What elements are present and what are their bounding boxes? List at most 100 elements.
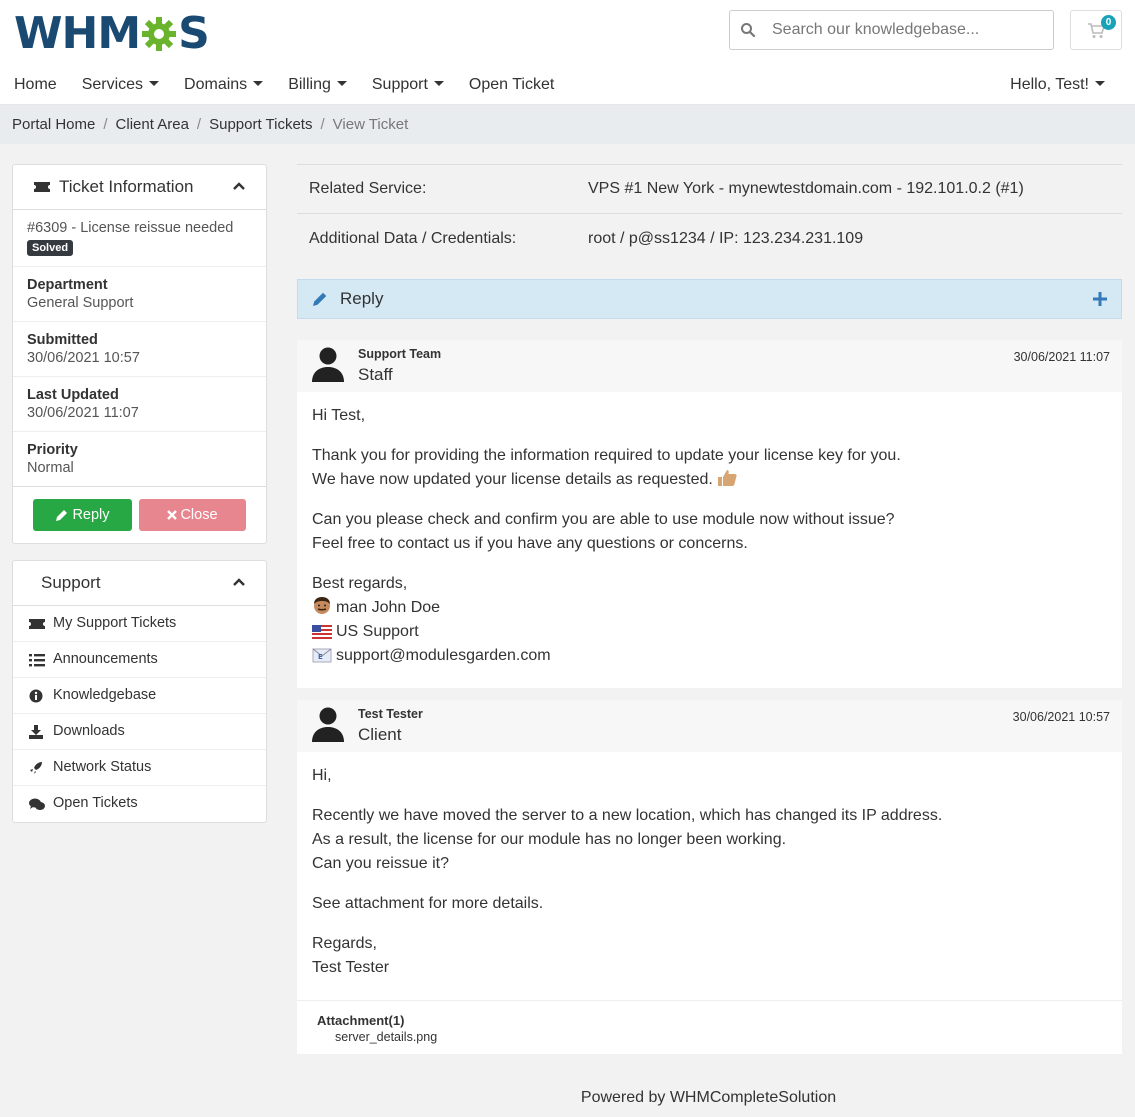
breadcrumb-client-area[interactable]: Client Area (116, 116, 189, 133)
last-updated-row: Last Updated 30/06/2021 11:07 (13, 377, 266, 432)
chevron-up-icon[interactable] (232, 181, 246, 191)
ticket-message-client: Test Tester Client 30/06/2021 10:57 Hi, … (297, 700, 1122, 1054)
priority-value: Normal (27, 460, 74, 476)
nav-support-label: Support (371, 76, 428, 93)
plus-icon[interactable] (1093, 292, 1107, 306)
support-panel-header[interactable]: Support (13, 561, 266, 606)
signature-email: support@modulesgarden.com (336, 647, 551, 664)
breadcrumb-portal-home[interactable]: Portal Home (12, 116, 95, 133)
message-header: Support Team Staff 30/06/2021 11:07 (297, 340, 1122, 392)
message-line: We have now updated your license details… (312, 471, 713, 488)
message-header: Test Tester Client 30/06/2021 10:57 (297, 700, 1122, 752)
sidebar-item-open-tickets[interactable]: Open Tickets (13, 786, 266, 822)
reply-expand-bar[interactable]: Reply (297, 279, 1122, 319)
attachments: Attachment(1) server_details.png (297, 1000, 1122, 1054)
signature-name: man John Doe (336, 599, 441, 616)
support-panel-title: Support (41, 573, 101, 592)
message-line: Can you please check and confirm you are… (312, 511, 895, 528)
sidebar-item-my-support-tickets[interactable]: My Support Tickets (13, 606, 266, 642)
breadcrumb-support-tickets[interactable]: Support Tickets (209, 116, 312, 133)
chevron-up-icon[interactable] (232, 577, 246, 587)
pencil-icon (313, 292, 327, 306)
last-updated-value: 30/06/2021 11:07 (27, 405, 139, 421)
sidebar-item-label: My Support Tickets (53, 615, 177, 631)
gear-logo-icon (140, 8, 178, 59)
cart-count-badge: 0 (1101, 15, 1116, 30)
search-input[interactable] (772, 11, 1047, 49)
message-author: Test Tester (358, 707, 423, 721)
ticket-information-header[interactable]: Ticket Information (13, 165, 266, 210)
user-avatar-icon (312, 347, 344, 382)
knowledgebase-search (729, 10, 1054, 50)
related-service-row: Related Service: VPS #1 New York - mynew… (297, 165, 1122, 214)
nav-open-ticket[interactable]: Open Ticket (469, 76, 554, 94)
ticket-information-panel: Ticket Information #6309 - License reiss… (12, 164, 267, 544)
nav-services-label: Services (81, 76, 144, 93)
department-row: Department General Support (13, 267, 266, 322)
message-greeting: Hi Test, (312, 407, 366, 424)
user-avatar-icon (312, 707, 344, 742)
email-envelope-icon: E (312, 648, 332, 663)
message-line: Thank you for providing the information … (312, 447, 901, 464)
list-icon (29, 654, 45, 667)
message-line: See attachment for more details. (312, 895, 544, 912)
ticket-icon (34, 182, 50, 192)
caret-down-icon (149, 81, 160, 86)
main-nav: Home Services Domains Billing Support Op… (0, 66, 1135, 105)
rocket-icon (30, 762, 42, 774)
nav-services[interactable]: Services (81, 76, 160, 94)
sidebar-item-network-status[interactable]: Network Status (13, 750, 266, 786)
ticket-icon (29, 619, 45, 629)
attachment-title: Attachment(1) (317, 1013, 405, 1028)
caret-down-icon (336, 81, 347, 86)
message-date: 30/06/2021 11:07 (1013, 350, 1110, 364)
submitted-row: Submitted 30/06/2021 10:57 (13, 322, 266, 377)
nav-domains[interactable]: Domains (184, 76, 264, 94)
svg-text:E: E (318, 653, 323, 661)
message-line: Feel free to contact us if you have any … (312, 535, 748, 552)
footer: Powered by WHMCompleteSolution (580, 1089, 837, 1106)
nav-domains-label: Domains (184, 76, 248, 93)
caret-down-icon (253, 81, 264, 86)
message-date: 30/06/2021 10:57 (1012, 710, 1110, 724)
comments-icon (29, 798, 45, 810)
attachment-link[interactable]: server_details.png (317, 1030, 1102, 1044)
message-line: Recently we have moved the server to a n… (312, 807, 943, 824)
whmcs-logo[interactable]: WHM S (14, 8, 210, 59)
pencil-icon (56, 509, 68, 521)
message-greeting: Hi, (312, 767, 332, 784)
submitted-value: 30/06/2021 10:57 (27, 350, 140, 366)
sidebar-item-downloads[interactable]: Downloads (13, 714, 266, 750)
user-menu[interactable]: Hello, Test! (1010, 76, 1105, 94)
sidebar-item-label: Announcements (53, 651, 158, 667)
ticket-main: Related Service: VPS #1 New York - mynew… (297, 164, 1122, 1054)
reply-button[interactable]: Reply (33, 499, 132, 531)
nav-billing-label: Billing (288, 76, 331, 93)
ticket-subject-row: #6309 - License reissue needed Solved (13, 210, 266, 267)
close-ticket-button[interactable]: Close (139, 499, 246, 531)
sidebar-item-knowledgebase[interactable]: Knowledgebase (13, 678, 266, 714)
message-author: Support Team (358, 347, 442, 361)
man-emoji-icon (314, 597, 330, 614)
ticket-message-staff: Support Team Staff 30/06/2021 11:07 Hi T… (297, 340, 1122, 688)
breadcrumb-view-ticket: View Ticket (332, 116, 409, 133)
credentials-row: Additional Data / Credentials: root / p@… (297, 214, 1122, 263)
priority-row: Priority Normal (13, 432, 266, 486)
sidebar-item-announcements[interactable]: Announcements (13, 642, 266, 678)
signature-name: Test Tester (312, 959, 390, 976)
message-signoff: Regards, (312, 935, 377, 952)
header: WHM S 0 (0, 0, 1135, 66)
cart-button[interactable]: 0 (1070, 10, 1122, 50)
nav-support[interactable]: Support (372, 76, 444, 94)
department-value: General Support (27, 295, 134, 311)
related-service-value: VPS #1 New York - mynewtestdomain.com - … (588, 180, 1024, 197)
thumbs-up-icon (718, 470, 737, 486)
sidebar-item-label: Downloads (53, 723, 125, 739)
message-line: Can you reissue it? (312, 855, 449, 872)
search-icon[interactable] (740, 22, 756, 38)
nav-open-ticket-label: Open Ticket (468, 76, 555, 93)
sidebar-item-label: Network Status (53, 759, 152, 775)
nav-billing[interactable]: Billing (288, 76, 347, 94)
nav-home-label: Home (14, 76, 57, 93)
nav-home[interactable]: Home (14, 76, 57, 94)
